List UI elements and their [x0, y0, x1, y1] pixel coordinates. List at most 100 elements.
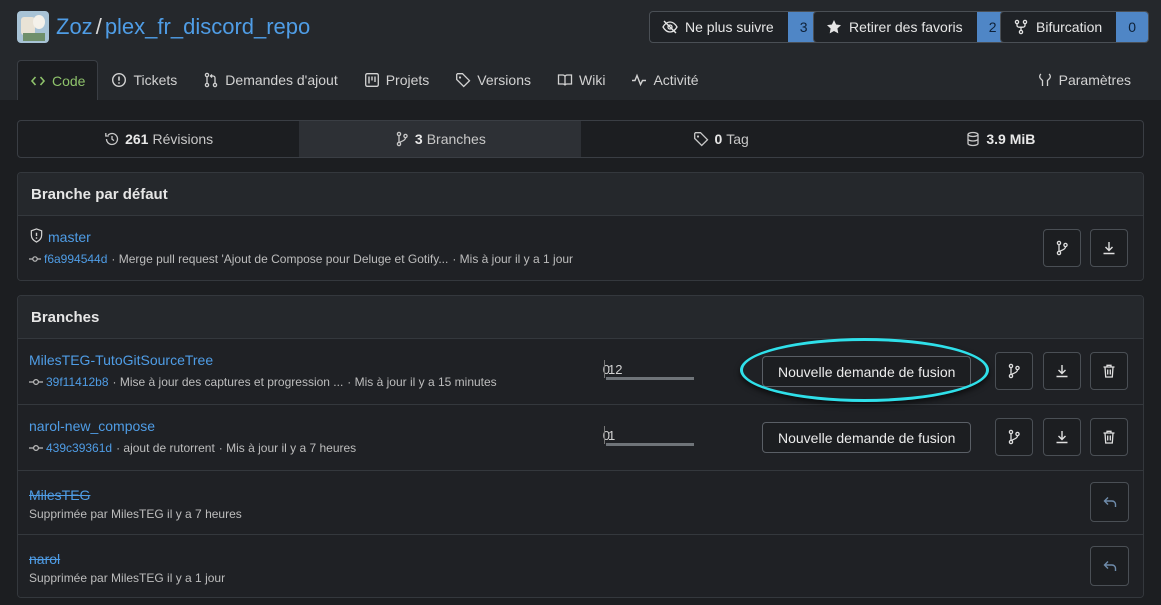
deleted-branch-row: MilesTEG Supprimée par MilesTEG il y a 7…	[18, 470, 1143, 534]
tab-projects[interactable]: Projets	[351, 60, 443, 100]
unstar-label: Retirer des favoris	[849, 19, 963, 35]
restore-branch-button[interactable]	[1090, 546, 1129, 586]
branch-icon	[1008, 363, 1020, 379]
tags-label: Tag	[726, 131, 749, 147]
tab-projects-label: Projets	[385, 72, 430, 88]
deleted-branch-row: narol Supprimée par MilesTEG il y a 1 jo…	[18, 534, 1143, 597]
fork-button[interactable]: Bifurcation 0	[1000, 11, 1150, 43]
tab-code[interactable]: Code	[17, 60, 99, 100]
download-icon	[1056, 431, 1068, 444]
commit-sha-link[interactable]: f6a994544d	[44, 252, 107, 266]
tab-versions[interactable]: Versions	[442, 60, 544, 100]
tag-icon	[456, 73, 471, 88]
download-icon	[1103, 242, 1115, 255]
branch-name[interactable]: MilesTEG-TutoGitSourceTree	[29, 352, 213, 368]
restore-branch-button[interactable]	[1090, 482, 1129, 522]
branch-meta: 439c39361d · ajout de rutorrent · Mis à …	[29, 441, 356, 455]
branch-divergence: 0 1	[592, 426, 702, 446]
tab-tickets[interactable]: Tickets	[98, 60, 190, 100]
download-button[interactable]	[1043, 418, 1081, 456]
commit-updated: · Mis à jour il y a 1 jour	[452, 252, 574, 266]
branch-icon	[396, 131, 408, 147]
issue-icon	[112, 72, 127, 88]
deleted-branch-info: Supprimée par MilesTEG il y a 7 heures	[29, 507, 242, 521]
repo-header: Zoz / plex_fr_discord_repo Ne plus suivre …	[0, 0, 1161, 100]
create-branch-button[interactable]	[995, 418, 1033, 456]
deleted-branch-info: Supprimée par MilesTEG il y a 1 jour	[29, 571, 226, 585]
tab-tickets-label: Tickets	[133, 72, 178, 88]
owner-avatar[interactable]	[17, 11, 49, 43]
tab-wiki-label: Wiki	[579, 72, 606, 88]
highlight-ellipse	[740, 338, 989, 402]
create-branch-button[interactable]	[1043, 229, 1081, 267]
tags-count: 0	[714, 131, 723, 147]
tab-settings-label: Paramètres	[1058, 72, 1131, 88]
tab-activity-label: Activité	[653, 72, 699, 88]
undo-icon	[1103, 497, 1116, 507]
tab-settings[interactable]: Paramètres	[1037, 60, 1131, 100]
book-icon	[557, 74, 573, 86]
branches-heading: Branches	[18, 296, 1143, 338]
tab-pull-requests-label: Demandes d'ajout	[225, 72, 338, 88]
undo-icon	[1103, 561, 1116, 571]
project-icon	[364, 73, 379, 87]
trash-icon	[1103, 364, 1115, 378]
tools-icon	[1038, 73, 1051, 86]
forks-count[interactable]: 0	[1116, 12, 1149, 42]
tags-stat[interactable]: 0 Tag	[581, 121, 862, 157]
branch-name[interactable]: narol-new_compose	[29, 418, 155, 434]
tag-icon	[694, 132, 709, 147]
commit-icon	[29, 256, 41, 262]
default-branch-section: Branche par défaut master f6a994544d · M…	[17, 172, 1144, 281]
commit-message: · ajout de rutorrent	[116, 441, 215, 455]
repo-tabs: Code Tickets Demandes d'ajout Projets Ve…	[17, 60, 712, 100]
tab-wiki[interactable]: Wiki	[544, 60, 618, 100]
branch-meta: 39f11412b8 · Mise à jour des captures et…	[29, 375, 497, 389]
commit-sha-link[interactable]: 439c39361d	[46, 441, 112, 455]
commit-message: · Mise à jour des captures et progressio…	[112, 375, 344, 389]
commits-count: 261	[125, 131, 149, 147]
download-button[interactable]	[1090, 229, 1128, 267]
pulse-icon	[632, 73, 647, 87]
unwatch-button[interactable]: Ne plus suivre 3	[649, 11, 821, 43]
commit-updated: · Mis à jour il y a 7 heures	[218, 441, 357, 455]
commits-label: Révisions	[152, 131, 214, 147]
download-icon	[1056, 365, 1068, 378]
tab-code-label: Code	[52, 72, 86, 89]
commit-icon	[29, 444, 43, 452]
star-icon	[827, 20, 841, 34]
unstar-button[interactable]: Retirer des favoris 2	[813, 11, 1010, 43]
delete-branch-button[interactable]	[1090, 352, 1128, 390]
create-branch-button[interactable]	[995, 352, 1033, 390]
repo-owner-link[interactable]: Zoz	[56, 14, 93, 39]
tab-activity[interactable]: Activité	[618, 60, 711, 100]
unwatch-label: Ne plus suivre	[685, 19, 774, 35]
new-pull-request-button[interactable]: Nouvelle demande de fusion	[762, 422, 972, 453]
branches-stat[interactable]: 3 Branches	[299, 121, 581, 157]
delete-branch-button[interactable]	[1090, 418, 1128, 456]
commits-stat[interactable]: 261 Révisions	[18, 121, 299, 157]
default-branch-name[interactable]: master	[48, 229, 91, 245]
tab-pull-requests[interactable]: Demandes d'ajout	[190, 60, 350, 100]
repo-stats-bar: 261 Révisions 3 Branches 0 Tag 3.9 MiB	[17, 120, 1144, 158]
commits-ahead: 12	[608, 362, 623, 377]
branch-row: narol-new_compose 439c39361d · ajout de …	[18, 404, 1143, 470]
branch-icon	[1008, 429, 1020, 445]
branch-divergence: 0 12	[592, 360, 702, 380]
trash-icon	[1103, 430, 1115, 444]
branches-section: Branches MilesTEG-TutoGitSourceTree 39f1…	[17, 295, 1144, 598]
branches-label: Branches	[426, 131, 486, 147]
eye-closed-icon	[662, 20, 678, 34]
download-button[interactable]	[1043, 352, 1081, 390]
size-stat: 3.9 MiB	[862, 121, 1143, 157]
repo-separator: /	[95, 14, 102, 39]
repo-title: Zoz / plex_fr_discord_repo	[56, 13, 310, 41]
commit-icon	[29, 378, 43, 386]
deleted-branch-name[interactable]: narol	[29, 551, 60, 567]
repo-name-link[interactable]: plex_fr_discord_repo	[105, 14, 310, 39]
deleted-branch-name[interactable]: MilesTEG	[29, 487, 90, 503]
fork-label: Bifurcation	[1036, 19, 1103, 35]
commit-sha-link[interactable]: 39f11412b8	[46, 375, 109, 389]
database-icon	[967, 131, 980, 147]
branches-count: 3	[414, 131, 423, 147]
